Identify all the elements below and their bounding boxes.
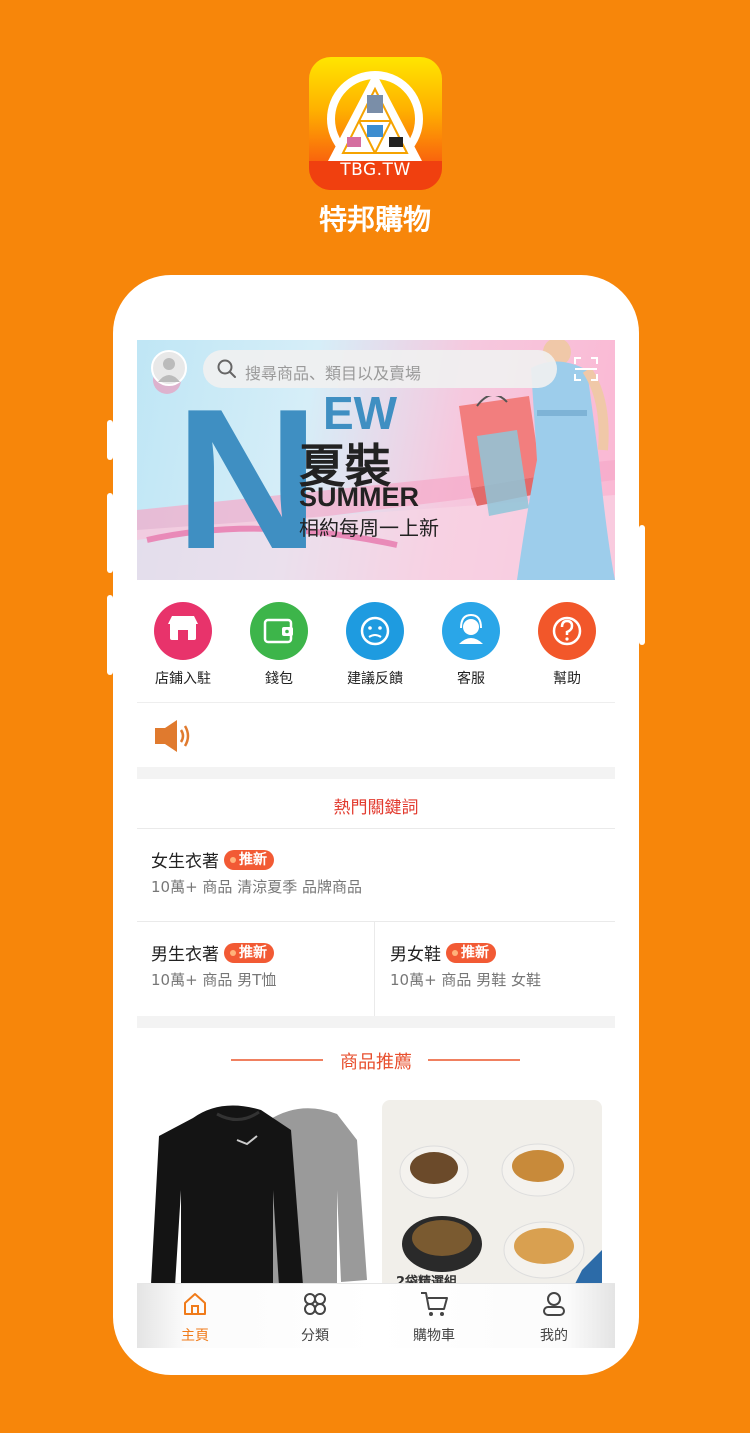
feedback-icon <box>346 602 404 660</box>
product-image-shirts <box>151 1105 367 1290</box>
new-badge: 推新 <box>446 942 496 963</box>
badge-dot <box>230 949 236 956</box>
category-icon <box>304 1293 326 1315</box>
quick-icon-feedback[interactable]: 建議反饋 <box>335 602 415 688</box>
tab-cart[interactable]: 購物車 <box>389 1290 479 1345</box>
phone-frame: N EW 夏裝 SUMMER 相約每周一上新 搜尋商品、類目以及賣場 店鋪入駐 … <box>107 275 645 1375</box>
phone-side-button <box>107 420 113 460</box>
logo-text: TBG.TW <box>340 160 411 180</box>
keyword-subtitle: 10萬+ 商品 清涼夏季 品牌商品 <box>151 878 362 896</box>
product-image-noodles <box>399 1143 602 1290</box>
quick-icon-label: 客服 <box>457 671 485 687</box>
keyword-name: 男生衣著 <box>151 945 219 965</box>
title-decoration-line <box>428 1059 520 1061</box>
tab-home[interactable]: 主頁 <box>150 1290 240 1345</box>
promo-banner[interactable]: N EW 夏裝 SUMMER 相約每周一上新 搜尋商品、類目以及賣場 <box>137 340 615 580</box>
divider <box>137 828 615 829</box>
keyword-item-womens-clothing[interactable]: 女生衣著 推新 10萬+ 商品 清涼夏季 品牌商品 <box>151 847 362 897</box>
badge-dot <box>452 949 458 956</box>
help-icon <box>538 602 596 660</box>
keyword-subtitle: 10萬+ 商品 男鞋 女鞋 <box>390 971 541 989</box>
tab-profile[interactable]: 我的 <box>509 1290 599 1345</box>
home-icon <box>184 1293 206 1315</box>
quick-icon-label: 幫助 <box>553 671 581 687</box>
search-icon <box>217 359 236 378</box>
divider <box>137 702 615 703</box>
quick-icons-row: 店鋪入駐 錢包 建議反饋 客服 幫助 <box>137 602 615 697</box>
cart-icon <box>421 1292 448 1316</box>
tab-category[interactable]: 分類 <box>270 1290 360 1345</box>
divider <box>137 921 615 922</box>
quick-icon-label: 建議反饋 <box>347 671 403 687</box>
search-placeholder: 搜尋商品、類目以及賣場 <box>245 364 422 383</box>
bottom-tab-bar: 主頁 分類 購物車 我的 <box>137 1283 615 1348</box>
keyword-subtitle: 10萬+ 商品 男T恤 <box>151 971 277 989</box>
tab-label: 分類 <box>301 1328 329 1344</box>
quick-icon-label: 錢包 <box>265 671 293 687</box>
profile-icon <box>543 1292 565 1316</box>
store-icon <box>154 602 212 660</box>
user-avatar[interactable] <box>151 350 187 386</box>
quick-icon-customer-service[interactable]: 客服 <box>431 602 511 688</box>
phone-side-button <box>107 595 113 675</box>
new-badge: 推新 <box>224 849 274 870</box>
recommend-title: 商品推薦 <box>340 1052 412 1073</box>
avatar-icon <box>158 358 180 382</box>
tab-label: 購物車 <box>413 1328 455 1344</box>
phone-side-button <box>107 493 113 573</box>
wallet-icon <box>250 602 308 660</box>
hot-keywords-title: 熱門關鍵詞 <box>333 798 419 818</box>
divider <box>374 921 375 1016</box>
section-gap <box>137 767 615 779</box>
quick-icon-store[interactable]: 店鋪入駐 <box>143 602 223 688</box>
keyword-item-mens-clothing[interactable]: 男生衣著 推新 10萬+ 商品 男T恤 <box>151 940 276 990</box>
app-name: 特邦購物 <box>318 203 431 236</box>
keyword-name: 女生衣著 <box>151 852 219 872</box>
keyword-name: 男女鞋 <box>390 945 441 965</box>
tab-label: 主頁 <box>181 1328 209 1344</box>
app-screen: N EW 夏裝 SUMMER 相約每周一上新 搜尋商品、類目以及賣場 店鋪入駐 … <box>137 340 615 1348</box>
keyword-item-shoes[interactable]: 男女鞋 推新 10萬+ 商品 男鞋 女鞋 <box>390 940 541 990</box>
customer-service-icon <box>442 602 500 660</box>
announcement-speaker-icon[interactable] <box>153 718 193 754</box>
scan-icon[interactable] <box>573 356 599 382</box>
badge-dot <box>230 856 236 863</box>
banner-title-en: SUMMER <box>299 482 419 512</box>
search-bar[interactable]: 搜尋商品、類目以及賣場 <box>203 350 557 388</box>
phone-side-button <box>639 525 645 645</box>
quick-icon-label: 店鋪入駐 <box>155 671 211 687</box>
tab-label: 我的 <box>540 1328 568 1344</box>
new-badge: 推新 <box>224 942 274 963</box>
banner-subtitle: 相約每周一上新 <box>299 516 439 540</box>
section-gap <box>137 1016 615 1028</box>
quick-icon-wallet[interactable]: 錢包 <box>239 602 319 688</box>
banner-headline-letter: N <box>175 368 320 580</box>
product-card-shirt[interactable] <box>151 1100 371 1290</box>
quick-icon-help[interactable]: 幫助 <box>527 602 607 688</box>
app-logo: TBG.TW <box>309 57 442 190</box>
product-card-noodles[interactable]: 2袋精選組 <box>382 1100 602 1290</box>
